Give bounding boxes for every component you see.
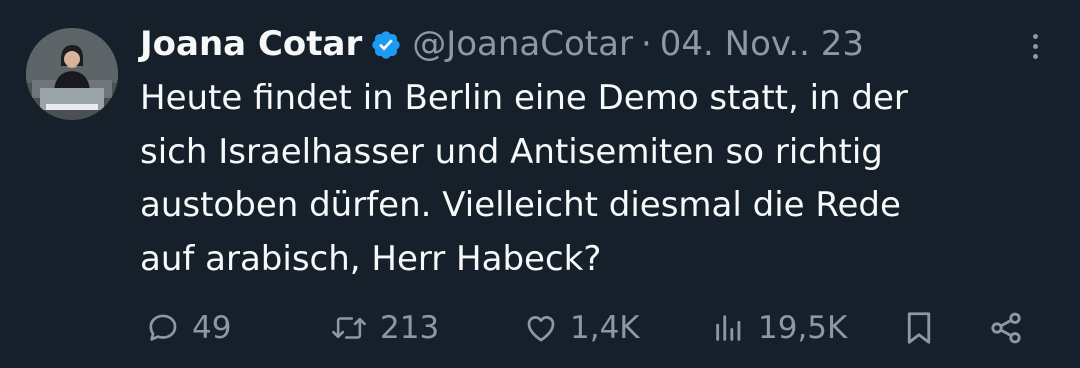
views-count: 19,5K — [758, 310, 848, 346]
retweet-count: 213 — [380, 310, 440, 346]
author-handle[interactable]: @JoanaCotar — [412, 22, 633, 66]
heart-icon — [524, 311, 558, 345]
like-count: 1,4K — [570, 310, 640, 346]
share-button[interactable] — [988, 305, 1024, 351]
retweet-button[interactable]: 213 — [330, 305, 439, 351]
tweet-card[interactable]: Joana Cotar @JoanaCotar · 04. Nov.. 23 H… — [0, 0, 1080, 368]
reply-icon — [146, 311, 180, 345]
reply-count: 49 — [192, 310, 232, 346]
verified-badge-icon — [370, 28, 402, 60]
avatar[interactable] — [26, 28, 118, 120]
more-options-icon[interactable] — [1020, 28, 1050, 64]
tweet-header: Joana Cotar @JoanaCotar · 04. Nov.. 23 — [140, 22, 864, 66]
bookmark-icon — [904, 310, 934, 346]
bookmark-button[interactable] — [904, 305, 934, 351]
reply-button[interactable]: 49 — [146, 305, 231, 351]
share-icon — [988, 310, 1024, 346]
retweet-icon — [330, 311, 368, 345]
tweet-date[interactable]: 04. Nov.. 23 — [660, 22, 864, 66]
author-name[interactable]: Joana Cotar — [140, 22, 362, 66]
views-button[interactable]: 19,5K — [712, 305, 847, 351]
action-bar: 49 213 1,4K 19,5K — [0, 305, 1080, 351]
header-separator: · — [640, 24, 652, 64]
like-button[interactable]: 1,4K — [524, 305, 640, 351]
avatar-image — [26, 28, 118, 120]
tweet-text: Heute findet in Berlin eine Demo statt, … — [140, 78, 908, 279]
views-chart-icon — [712, 311, 746, 345]
